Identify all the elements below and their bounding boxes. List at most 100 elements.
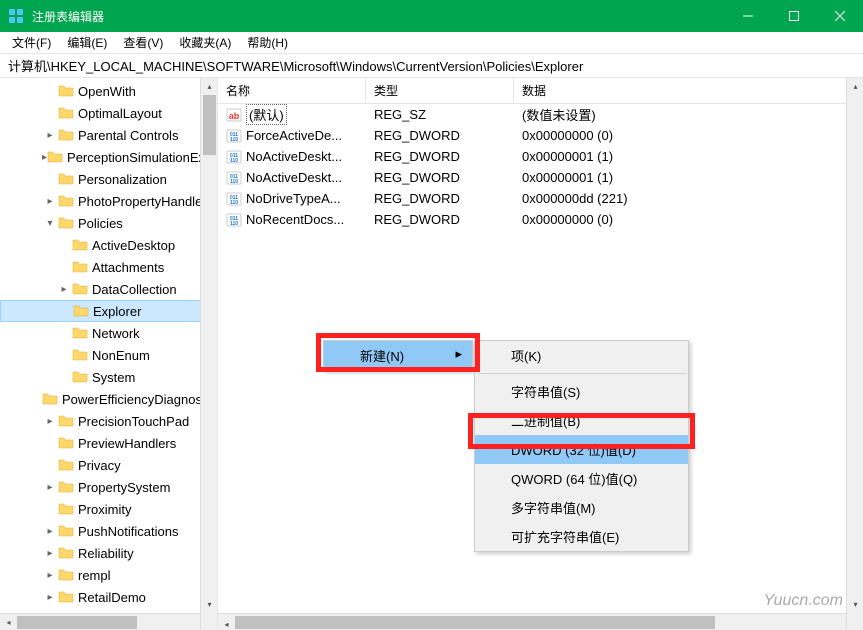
tree-item-parental-controls[interactable]: ▸ Parental Controls [0,124,217,146]
value-name: NoActiveDeskt... [246,170,342,185]
scroll-down-icon[interactable]: ▾ [847,596,863,613]
tree-item-system[interactable]: System [0,366,217,388]
tree-label: Parental Controls [78,128,178,143]
ctx-item-6[interactable]: 多字符串值(M) [475,493,688,522]
tree-item-powerefficiencydiagnostics[interactable]: PowerEfficiencyDiagnostics [0,388,217,410]
scroll-left-icon[interactable]: ◂ [0,614,17,630]
col-name[interactable]: 名称 [218,78,366,103]
list-body: ab(默认)REG_SZ(数值未设置)011110ForceActiveDe..… [218,104,863,230]
tree-expander-icon[interactable]: ▸ [42,196,58,207]
ctx-item-5[interactable]: QWORD (64 位)值(Q) [475,464,688,493]
value-type: REG_DWORD [366,191,514,206]
menu-view[interactable]: 查看(V) [115,32,171,53]
svg-text:ab: ab [229,111,240,121]
folder-icon [58,589,74,605]
tree-expander-icon[interactable]: ▸ [42,570,58,581]
value-row[interactable]: ab(默认)REG_SZ(数值未设置) [218,104,863,125]
tree-expander-icon[interactable]: ▸ [42,526,58,537]
tree-item-personalization[interactable]: Personalization [0,168,217,190]
ctx-item-0[interactable]: 项(K) [475,341,688,370]
tree-label: PerceptionSimulationExtensions [67,150,218,165]
regedit-icon [8,8,24,24]
value-row[interactable]: 011110NoDriveTypeA...REG_DWORD0x000000dd… [218,188,863,209]
folder-icon [72,281,88,297]
tree-expander-icon[interactable]: ▸ [42,130,58,141]
tree-label: Policies [78,216,123,231]
svg-text:110: 110 [230,137,238,143]
tree-item-precisiontouchpad[interactable]: ▸PrecisionTouchPad [0,410,217,432]
ctx-item-4[interactable]: DWORD (32 位)值(D) [475,435,688,464]
tree-item-previewhandlers[interactable]: PreviewHandlers [0,432,217,454]
menu-help[interactable]: 帮助(H) [239,32,296,53]
tree-item-proximity[interactable]: Proximity [0,498,217,520]
tree-expander-icon[interactable]: ▸ [42,548,58,559]
maximize-button[interactable] [771,0,817,32]
tree-label: Attachments [92,260,164,275]
tree-scrollbar-h[interactable]: ◂ [0,613,200,630]
tree-item-photopropertyhandler[interactable]: ▸PhotoPropertyHandler [0,190,217,212]
value-row[interactable]: 011110NoActiveDeskt...REG_DWORD0x0000000… [218,167,863,188]
folder-icon [58,545,74,561]
tree-label: ActiveDesktop [92,238,175,253]
menu-favorites[interactable]: 收藏夹(A) [171,32,239,53]
scroll-down-icon[interactable]: ▾ [201,596,218,613]
scroll-up-icon[interactable]: ▴ [201,78,218,95]
col-data[interactable]: 数据 [514,78,863,103]
scroll-left-icon[interactable]: ◂ [218,616,235,630]
tree-item-perceptionsimulationextensions[interactable]: ▸PerceptionSimulationExtensions [0,146,217,168]
tree-item-nonenum[interactable]: NonEnum [0,344,217,366]
value-row[interactable]: 011110NoRecentDocs...REG_DWORD0x00000000… [218,209,863,230]
scroll-up-icon[interactable]: ▴ [847,78,863,95]
ctx-new[interactable]: 新建(N) [324,341,472,370]
scroll-thumb-h[interactable] [235,616,715,629]
tree-item-propertysystem[interactable]: ▸ PropertySystem [0,476,217,498]
menu-edit[interactable]: 编辑(E) [59,32,115,53]
tree-scrollbar[interactable]: ▴▾ [200,78,217,630]
tree-expander-icon[interactable]: ▸ [56,284,72,295]
tree-item-datacollection[interactable]: ▸DataCollection [0,278,217,300]
tree-label: Proximity [78,502,131,517]
tree-item-pushnotifications[interactable]: ▸PushNotifications [0,520,217,542]
minimize-button[interactable] [725,0,771,32]
scrollbar-horizontal[interactable]: ◂ [218,613,846,630]
tree-item-openwith[interactable]: OpenWith [0,80,217,102]
tree-item-privacy[interactable]: Privacy [0,454,217,476]
tree-item-optimallayout[interactable]: OptimalLayout [0,102,217,124]
scrollbar-vertical[interactable]: ▴ ▾ [846,78,863,630]
value-row[interactable]: 011110ForceActiveDe...REG_DWORD0x0000000… [218,125,863,146]
tree-expander-icon[interactable]: ▾ [42,218,58,229]
ctx-item-3[interactable]: 二进制值(B) [475,406,688,435]
tree-expander-icon[interactable]: ▸ [42,482,58,493]
value-row[interactable]: 011110NoActiveDeskt...REG_DWORD0x0000000… [218,146,863,167]
tree-item-explorer[interactable]: Explorer [0,300,217,322]
ctx-item-2[interactable]: 字符串值(S) [475,377,688,406]
tree-expander-icon[interactable]: ▸ [42,416,58,427]
window-title: 注册表编辑器 [32,8,725,25]
tree-item-reliability[interactable]: ▸Reliability [0,542,217,564]
tree-label: PropertySystem [78,480,170,495]
value-data: 0x00000001 (1) [514,149,863,164]
tree-item-retaildemo[interactable]: ▸RetailDemo [0,586,217,608]
folder-icon [73,303,89,319]
tree-panel[interactable]: OpenWithOptimalLayout▸Parental Controls▸… [0,78,218,630]
address-bar[interactable]: 计算机\HKEY_LOCAL_MACHINE\SOFTWARE\Microsof… [0,54,863,78]
ctx-item-7[interactable]: 可扩充字符串值(E) [475,522,688,551]
value-data: 0x00000001 (1) [514,170,863,185]
menu-file[interactable]: 文件(F) [4,32,59,53]
scroll-thumb-h[interactable] [17,616,137,629]
tree-label: Explorer [93,304,141,319]
tree-item-activedesktop[interactable]: ActiveDesktop [0,234,217,256]
svg-text:110: 110 [230,221,238,227]
tree-item-policies[interactable]: ▾ Policies [0,212,217,234]
tree-expander-icon[interactable]: ▸ [42,592,58,603]
binary-value-icon: 011110 [226,170,242,186]
tree-item-rempl[interactable]: ▸rempl [0,564,217,586]
tree-label: NonEnum [92,348,150,363]
close-button[interactable] [817,0,863,32]
tree-item-network[interactable]: Network [0,322,217,344]
value-type: REG_DWORD [366,212,514,227]
folder-icon [58,479,74,495]
col-type[interactable]: 类型 [366,78,514,103]
tree-item-attachments[interactable]: Attachments [0,256,217,278]
scroll-thumb-tree[interactable] [203,95,216,155]
